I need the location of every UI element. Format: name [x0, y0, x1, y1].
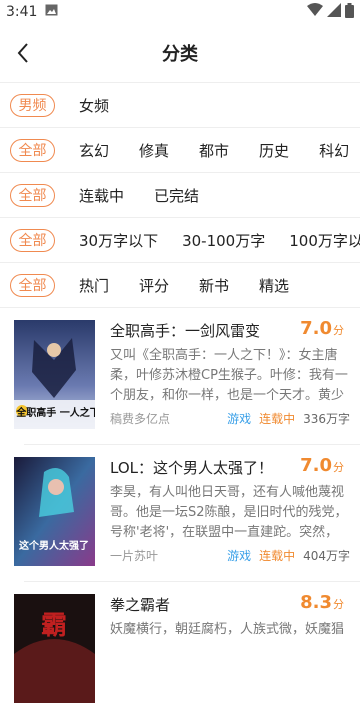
filter-gender-option[interactable]: 女频: [79, 95, 109, 116]
book-title: 全职高手：一剑风雷变: [110, 322, 261, 340]
filter-status-option[interactable]: 连载中: [79, 185, 124, 206]
filter-words-selected[interactable]: 全部: [10, 228, 55, 252]
page-title: 分类: [162, 44, 198, 65]
book-score: 8.3分: [300, 592, 344, 613]
filter-sort-option[interactable]: 新书: [199, 275, 229, 296]
book-item[interactable]: 全职高手 一人之下 全职高手：一剑风雷变 7.0分 又叫《全职高手：一人之下！》…: [0, 308, 360, 445]
book-cover-text: 霸: [41, 611, 67, 641]
filter-category-option[interactable]: 科幻: [319, 140, 349, 161]
filter-sort: 全部 热门 评分 新书 精选: [0, 262, 360, 307]
book-score: 7.0分: [300, 455, 344, 476]
book-item[interactable]: 霸 拳之霸者 8.3分 妖魔横行，朝廷腐朽，人族式微，妖魔猖: [0, 582, 360, 719]
signal-icon: [327, 3, 341, 21]
book-cover: 全职高手 一人之下: [14, 320, 95, 429]
book-author: 一片苏叶: [110, 549, 159, 563]
filter-sort-option[interactable]: 热门: [79, 275, 109, 296]
book-list: 全职高手 一人之下 全职高手：一剑风雷变 7.0分 又叫《全职高手：一人之下！》…: [0, 307, 360, 719]
nav-bar: 分类: [0, 24, 360, 82]
image-notification-icon: [45, 4, 58, 20]
filter-category-selected[interactable]: 全部: [10, 138, 55, 162]
book-cover: 霸: [14, 594, 95, 703]
status-time: 3:41: [6, 4, 38, 20]
filter-status: 全部 连载中 已完结: [0, 172, 360, 217]
wifi-icon: [307, 3, 323, 21]
filter-sort-option[interactable]: 精选: [259, 275, 289, 296]
book-description: 又叫《全职高手：一人之下！》：女主唐柔，叶修苏沐橙CP生猴子。叶修：我有一个朋友…: [110, 348, 348, 403]
book-meta: 游戏 连载中 404万字: [227, 547, 350, 564]
filter-words-option[interactable]: 30万字以下: [79, 230, 158, 251]
book-word-count: 404万字: [303, 549, 350, 563]
book-description: 妖魔横行，朝廷腐朽，人族式微，妖魔猖: [110, 622, 345, 637]
filter-sort-selected[interactable]: 全部: [10, 273, 55, 297]
book-genre: 游戏: [227, 412, 252, 426]
book-title: 拳之霸者: [110, 596, 171, 614]
book-meta: 游戏 连载中 336万字: [227, 410, 350, 427]
filter-status-option[interactable]: 已完结: [154, 185, 199, 206]
back-button[interactable]: [8, 38, 38, 68]
filter-gender: 男频 女频: [0, 82, 360, 127]
book-status: 连载中: [259, 549, 296, 563]
book-cover-text: 全职高手 一人之下: [15, 406, 95, 419]
filter-category-option[interactable]: 修真: [139, 140, 169, 161]
book-title: LOL：这个男人太强了！: [110, 459, 273, 477]
book-cover-text: 这个男人太强了: [19, 539, 89, 552]
book-genre: 游戏: [227, 549, 252, 563]
book-author: 稿费多亿点: [110, 412, 171, 426]
battery-icon: [345, 2, 354, 22]
book-status: 连载中: [259, 412, 296, 426]
filter-category-option[interactable]: 历史: [259, 140, 289, 161]
back-arrow-icon: [17, 43, 28, 63]
book-cover: 这个男人太强了: [14, 457, 95, 566]
filter-gender-selected[interactable]: 男频: [10, 93, 55, 117]
filter-category-option[interactable]: 都市: [199, 140, 229, 161]
book-score: 7.0分: [300, 318, 344, 339]
filter-category: 全部 玄幻 修真 都市 历史 科幻: [0, 127, 360, 172]
book-item[interactable]: 这个男人太强了 LOL：这个男人太强了！ 7.0分 李昊，有人叫他日天哥，还有人…: [0, 445, 360, 582]
book-word-count: 336万字: [303, 412, 350, 426]
filter-words: 全部 30万字以下 30-100万字 100万字以上: [0, 217, 360, 262]
filter-words-option[interactable]: 30-100万字: [182, 230, 265, 251]
filter-words-option[interactable]: 100万字以上: [289, 230, 360, 251]
filter-sort-option[interactable]: 评分: [139, 275, 169, 296]
book-description: 李昊，有人叫他日天哥，还有人喊他蔑视哥。他是一坛S2陈酿，是旧时代的残党，号称'…: [110, 485, 348, 540]
filter-category-option[interactable]: 玄幻: [79, 140, 109, 161]
filter-status-selected[interactable]: 全部: [10, 183, 55, 207]
status-bar: 3:41: [0, 0, 360, 24]
